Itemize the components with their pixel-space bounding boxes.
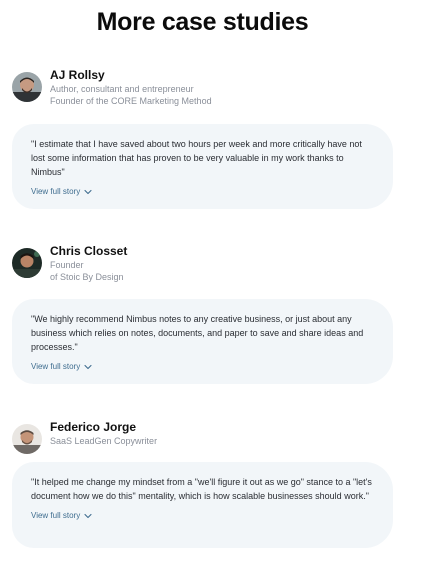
case-study-aj-rollsy: AJ Rollsy Author, consultant and entrepr… (12, 68, 393, 209)
avatar-photo-icon (12, 72, 42, 102)
avatar-photo-icon (12, 248, 42, 278)
avatar (12, 248, 42, 278)
view-full-story-label: View full story (31, 187, 81, 196)
author-header: AJ Rollsy Author, consultant and entrepr… (12, 68, 393, 112)
quote-text: "It helped me change my mindset from a "… (31, 477, 372, 501)
view-full-story-label: View full story (31, 362, 81, 371)
author-role: Founder of the CORE Marketing Method (50, 96, 212, 106)
quote-card: "I estimate that I have saved about two … (12, 124, 393, 209)
view-full-story-label: View full story (31, 511, 81, 520)
quote-text: "I estimate that I have saved about two … (31, 139, 362, 177)
avatar (12, 72, 42, 102)
chevron-down-icon (84, 189, 92, 195)
author-name: Federico Jorge (50, 420, 137, 434)
chevron-down-icon (84, 364, 92, 370)
case-study-chris-closset: Chris Closset Founder of Stoic By Design… (12, 244, 393, 384)
author-role: of Stoic By Design (50, 272, 124, 282)
author-header: Chris Closset Founder of Stoic By Design (12, 244, 393, 288)
author-role: SaaS LeadGen Copywriter (50, 436, 158, 446)
author-role: Author, consultant and entrepreneur (50, 84, 194, 94)
author-name: AJ Rollsy (50, 68, 105, 82)
author-text: AJ Rollsy Author, consultant and entrepr… (50, 68, 212, 107)
author-header: Federico Jorge SaaS LeadGen Copywriter (12, 420, 393, 464)
case-study-federico-jorge: Federico Jorge SaaS LeadGen Copywriter "… (12, 420, 393, 548)
avatar-photo-icon (12, 424, 42, 454)
author-text: Federico Jorge SaaS LeadGen Copywriter (50, 420, 157, 447)
chevron-down-icon (84, 513, 92, 519)
author-role: Founder (50, 260, 84, 270)
quote-text: "We highly recommend Nimbus notes to any… (31, 314, 364, 352)
view-full-story-link[interactable]: View full story (31, 511, 92, 520)
author-text: Chris Closset Founder of Stoic By Design (50, 244, 127, 283)
view-full-story-link[interactable]: View full story (31, 187, 92, 196)
quote-card: "It helped me change my mindset from a "… (12, 462, 393, 548)
quote-card: "We highly recommend Nimbus notes to any… (12, 299, 393, 384)
page-title: More case studies (96, 8, 309, 36)
avatar (12, 424, 42, 454)
author-name: Chris Closset (50, 244, 128, 258)
view-full-story-link[interactable]: View full story (31, 362, 92, 371)
